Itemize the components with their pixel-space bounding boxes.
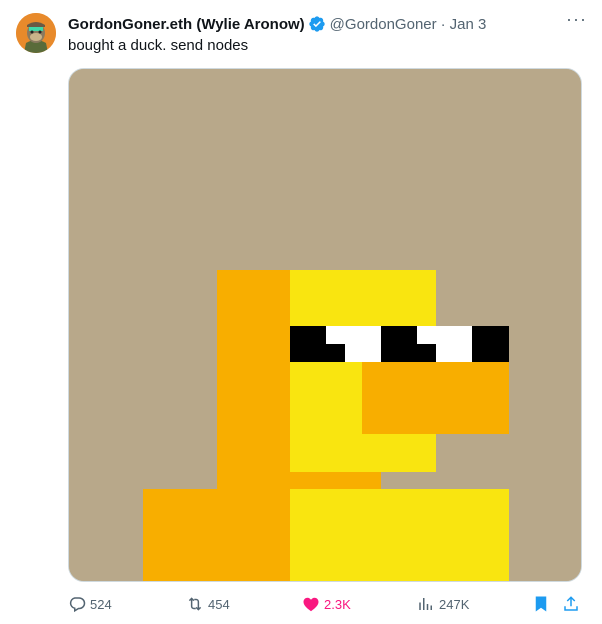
- reply-button[interactable]: 524: [68, 592, 112, 616]
- avatar[interactable]: [16, 13, 56, 53]
- tweet[interactable]: GordonGoner.eth (Wylie Aronow) @GordonGo…: [0, 0, 602, 624]
- like-count: 2.3K: [324, 596, 351, 612]
- bookmark-icon: [535, 596, 547, 612]
- display-name[interactable]: GordonGoner.eth (Wylie Aronow): [68, 16, 305, 33]
- retweet-icon: [188, 597, 202, 611]
- handle[interactable]: @GordonGoner: [330, 16, 437, 33]
- reply-count: 524: [90, 596, 112, 612]
- like-button[interactable]: 2.3K: [302, 592, 351, 616]
- views-icon: [419, 598, 432, 610]
- tweet-date[interactable]: Jan 3: [450, 16, 487, 33]
- more-icon[interactable]: ···: [566, 10, 586, 32]
- ape-avatar-icon: [16, 13, 56, 53]
- retweet-count: 454: [208, 596, 230, 612]
- share-icon: [564, 596, 578, 611]
- bookmark-button[interactable]: [532, 592, 554, 616]
- share-button[interactable]: [562, 592, 584, 616]
- tweet-actions: 524 454 2.3K 247K: [68, 592, 584, 616]
- pixel-duck-image: [69, 69, 581, 581]
- views-count: 247K: [439, 596, 470, 612]
- tweet-header: GordonGoner.eth (Wylie Aronow) @GordonGo…: [68, 14, 562, 34]
- reply-icon: [69, 597, 86, 613]
- views-button[interactable]: 247K: [417, 592, 469, 616]
- verified-badge-icon[interactable]: [308, 15, 326, 33]
- tweet-media[interactable]: [68, 68, 582, 582]
- tweet-text: bought a duck. send nodes: [68, 37, 249, 54]
- separator-dot: ·: [440, 15, 446, 33]
- heart-icon: [303, 597, 319, 612]
- retweet-button[interactable]: 454: [186, 592, 230, 616]
